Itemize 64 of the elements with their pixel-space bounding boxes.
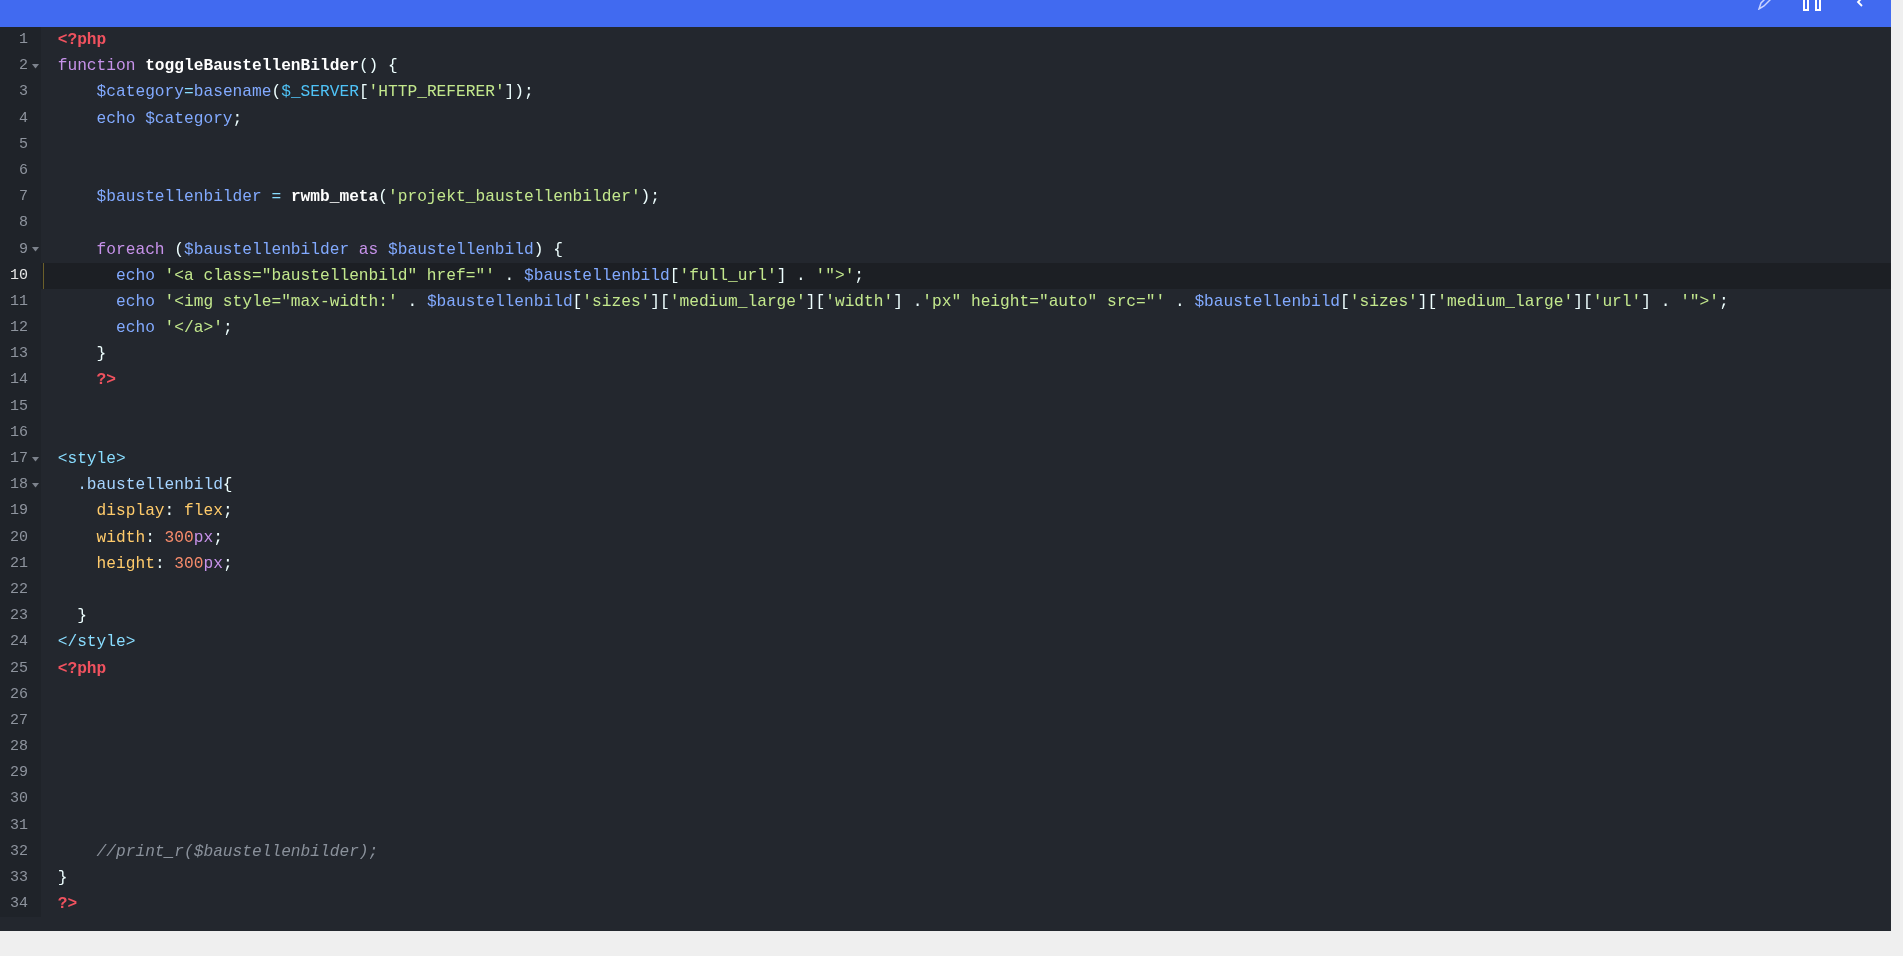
code-line: .baustellenbild{: [76, 476, 233, 495]
line-number: 8: [19, 213, 29, 234]
line-number: 26: [10, 684, 29, 705]
line-number: 32: [10, 841, 29, 862]
line-number: 33: [10, 868, 29, 888]
code-line: height: 300px;: [95, 554, 233, 573]
code-line: function toggleBaustellenBilder() {: [57, 57, 398, 76]
line-number: 1: [19, 30, 29, 50]
code-line: display: flex;: [95, 502, 233, 521]
fold-arrow-icon[interactable]: [32, 63, 39, 69]
code-line: ?>: [95, 371, 116, 390]
line-number: 20: [10, 527, 29, 548]
expand-icon[interactable]: [1802, 0, 1822, 12]
code-line: ?>: [57, 895, 78, 914]
line-number: 4: [19, 108, 29, 129]
code-line: foreach ($baustellenbilder as $baustellenbild) {: [95, 240, 563, 259]
code-line: $baustellenbilder = rwmb_meta('projekt_baustellenbilder');: [95, 188, 661, 207]
line-number: 16: [10, 422, 29, 443]
line-number: 18: [10, 475, 29, 496]
code-line: //print_r($baustellenbilder);: [95, 842, 379, 861]
code-line: }: [76, 607, 87, 626]
fold-arrow-icon[interactable]: [32, 482, 39, 488]
code-line: </style>: [57, 633, 136, 652]
code-line: <style>: [57, 450, 126, 468]
line-number: 30: [10, 789, 29, 810]
line-number: 31: [10, 815, 29, 836]
line-number: 7: [19, 187, 29, 208]
line-number: 9: [19, 239, 29, 260]
line-number: 19: [10, 501, 29, 522]
code-line: echo '<a class="baustellenbild" href="' . $baustellenbild['full_url'] . '">';: [115, 266, 865, 285]
line-number: 29: [10, 763, 29, 784]
fold-arrow-icon[interactable]: [32, 456, 39, 462]
line-number: 25: [10, 658, 29, 679]
line-number: 6: [19, 160, 29, 181]
line-number: 15: [10, 396, 29, 417]
code-line: echo $category;: [95, 109, 243, 128]
code-line: <?php: [57, 659, 107, 678]
line-number: 2: [19, 56, 29, 77]
code-line: echo '<img style="max-width:' . $baustellenbild['sizes']['medium_large']['width'] .'px" height="auto" src="' . $baustellenbild['sizes']['medium_large']['url'] . '">';: [115, 292, 1729, 311]
line-number: 17: [10, 449, 29, 469]
text-cursor: [43, 262, 44, 289]
line-number: 22: [10, 579, 29, 600]
line-number: 28: [10, 737, 29, 758]
line-number: 11: [10, 291, 29, 312]
line-number: 12: [10, 318, 29, 339]
code-line: $category=basename($_SERVER['HTTP_REFERER']);: [95, 83, 534, 102]
code-line: }: [57, 869, 68, 887]
line-number: 10: [10, 265, 29, 286]
fold-arrow-icon[interactable]: [32, 247, 39, 253]
line-number: 34: [10, 894, 29, 915]
line-number: 27: [10, 710, 29, 731]
pencil-icon[interactable]: [1757, 0, 1771, 10]
line-number: 3: [19, 82, 29, 103]
line-number: 14: [10, 370, 29, 391]
line-number: 24: [10, 632, 29, 653]
code-line: }: [95, 345, 107, 364]
code-line: echo '</a>';: [115, 319, 233, 338]
line-number: 23: [10, 606, 29, 627]
line-number: 5: [19, 134, 29, 155]
code-line: width: 300px;: [95, 528, 223, 547]
line-number: 13: [10, 344, 29, 365]
line-number: 21: [10, 553, 29, 574]
chevron-left-icon[interactable]: [1855, 0, 1865, 8]
code-line: <?php: [57, 31, 107, 49]
